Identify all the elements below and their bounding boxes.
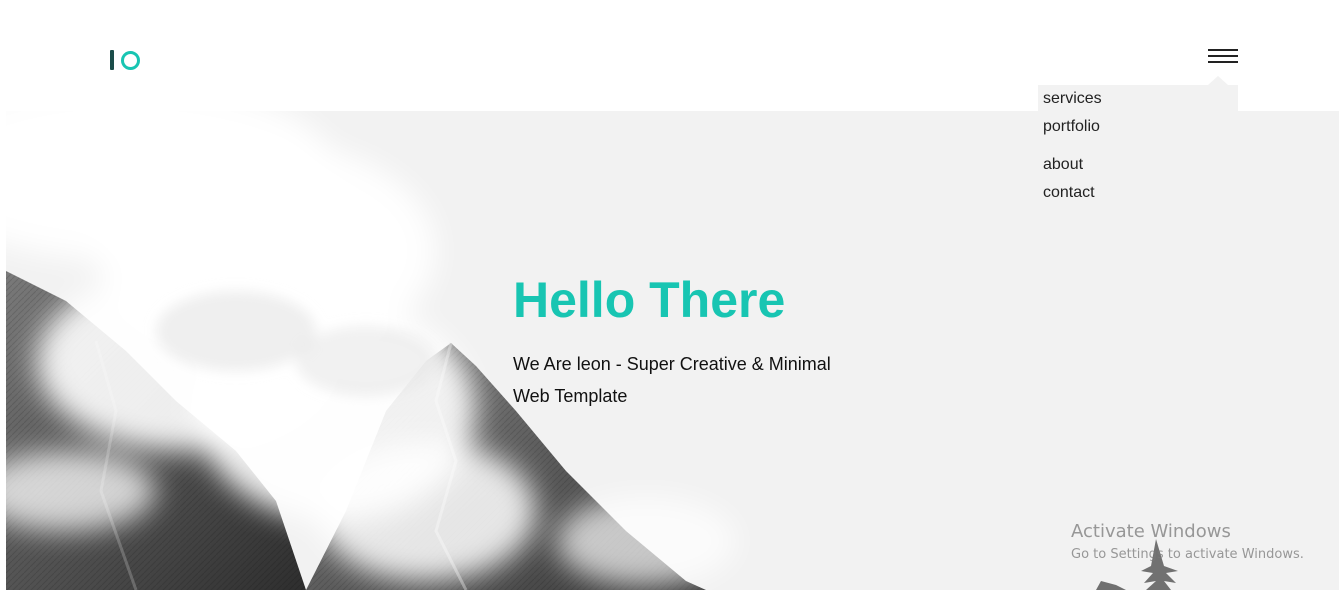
menu-notch	[1208, 76, 1228, 85]
menu-item-portfolio[interactable]: portfolio	[1043, 117, 1100, 137]
hero-title: Hello There	[513, 272, 786, 328]
logo-ring	[121, 50, 140, 70]
page: Hello There We Are leon - Super Creative…	[0, 0, 1343, 594]
hero-subtitle: We Are leon - Super Creative & Minimal W…	[513, 354, 831, 406]
hamburger-menu-icon[interactable]	[1206, 46, 1240, 68]
dropdown-menu: services portfolio about contact	[1038, 76, 1238, 206]
menu-item-services[interactable]: services	[1043, 89, 1102, 109]
watermark-subtitle: Go to Settings to activate Windows.	[1071, 547, 1304, 562]
activate-windows-watermark: Activate Windows Go to Settings to activ…	[1071, 521, 1304, 565]
menu-item-contact[interactable]: contact	[1043, 183, 1095, 203]
logo-bar	[110, 50, 114, 70]
menu-item-about[interactable]: about	[1043, 155, 1083, 175]
site-logo[interactable]	[110, 47, 146, 73]
watermark-title: Activate Windows	[1071, 521, 1231, 542]
